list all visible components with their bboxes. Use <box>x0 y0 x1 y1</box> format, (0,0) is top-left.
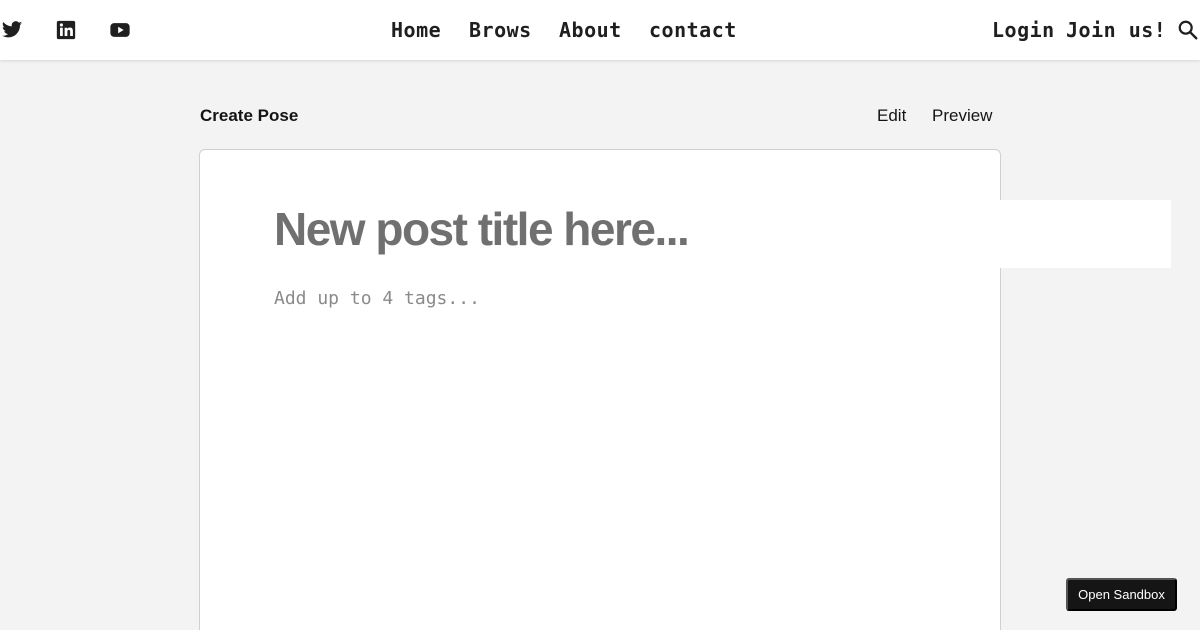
nav-brows[interactable]: Brows <box>469 18 532 42</box>
post-editor <box>199 149 1001 630</box>
login-link[interactable]: Login <box>992 18 1055 42</box>
blank-panel <box>1000 200 1171 268</box>
page-title: Create Pose <box>200 106 299 125</box>
join-us-link[interactable]: Join us! <box>1066 18 1166 42</box>
top-navigation-bar: Home Brows About contact Login Join us! <box>0 0 1200 60</box>
edit-tab[interactable]: Edit <box>877 106 906 126</box>
twitter-icon[interactable] <box>0 18 24 42</box>
linkedin-icon[interactable] <box>54 18 78 42</box>
nav-home[interactable]: Home <box>391 18 441 42</box>
preview-tab[interactable]: Preview <box>932 106 992 126</box>
search-icon[interactable] <box>1177 19 1199 41</box>
tags-input[interactable] <box>274 288 674 309</box>
youtube-icon[interactable] <box>108 18 132 42</box>
nav-contact[interactable]: contact <box>649 18 737 42</box>
nav-about[interactable]: About <box>559 18 622 42</box>
post-title-input[interactable] <box>274 202 914 256</box>
open-sandbox-button[interactable]: Open Sandbox <box>1066 578 1177 611</box>
